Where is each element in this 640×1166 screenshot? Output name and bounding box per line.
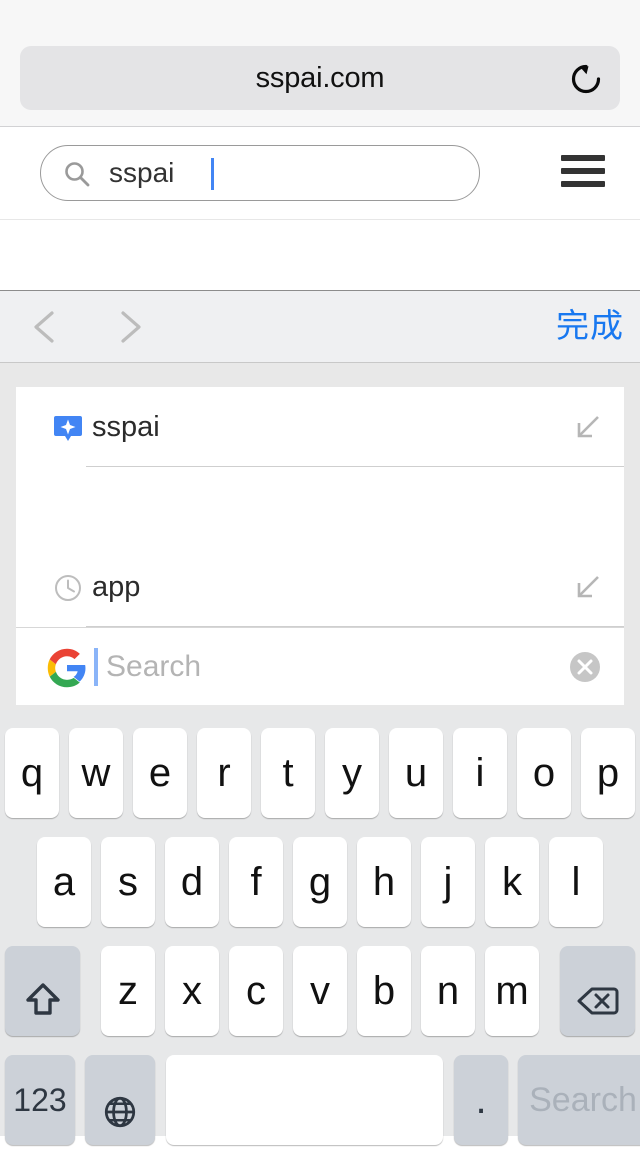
key-n[interactable]: n [421,946,475,1036]
suggestion-label: app [92,571,141,603]
key-m[interactable]: m [485,946,539,1036]
globe-language-icon [96,1076,144,1128]
key-h[interactable]: h [357,837,411,927]
history-clock-icon [52,572,84,604]
globe-key[interactable] [85,1055,155,1145]
key-e[interactable]: e [133,728,187,818]
suggestion-row-1[interactable]: app [16,547,624,627]
key-i[interactable]: i [453,728,507,818]
search-icon [63,160,91,188]
google-search-placeholder: Search [106,650,202,683]
arrow-down-left-icon[interactable] [572,573,602,603]
shift-key[interactable] [5,946,80,1036]
google-input-caret [94,648,98,686]
key-p[interactable]: p [581,728,635,818]
search-key[interactable]: Search [518,1055,640,1145]
space-key[interactable] [166,1055,443,1145]
key-s[interactable]: s [101,837,155,927]
shift-arrow-icon [19,967,67,1015]
key-t[interactable]: t [261,728,315,818]
key-w[interactable]: w [69,728,123,818]
key-d[interactable]: d [165,837,219,927]
key-l[interactable]: l [549,837,603,927]
key-b[interactable]: b [357,946,411,1036]
key-r[interactable]: r [197,728,251,818]
browser-url-bar: sspai.com [0,0,640,127]
chevron-left-icon[interactable] [22,303,70,351]
suggestions-card: sspai app Search [16,387,624,763]
text-caret [211,158,214,190]
key-u[interactable]: u [389,728,443,818]
period-key[interactable]: . [454,1055,508,1145]
hamburger-bar [561,155,605,161]
key-f[interactable]: f [229,837,283,927]
key-x[interactable]: x [165,946,219,1036]
url-text: sspai.com [255,62,385,94]
suggestion-row-0[interactable]: sspai [16,387,624,467]
hamburger-bar [561,168,605,174]
arrow-down-left-icon[interactable] [572,413,602,443]
key-c[interactable]: c [229,946,283,1036]
hamburger-menu-icon[interactable] [561,155,605,187]
page-content-area [0,220,640,291]
search-input[interactable]: sspai [40,145,480,201]
done-button[interactable]: 完成 [556,291,624,361]
reload-icon[interactable] [566,59,606,99]
suggestions-area: sspai app Search [0,363,640,763]
row-divider [86,466,624,467]
key-j[interactable]: j [421,837,475,927]
url-field[interactable]: sspai.com [20,46,620,110]
hamburger-bar [561,181,605,187]
numbers-key[interactable]: 123 [5,1055,75,1145]
key-o[interactable]: o [517,728,571,818]
backspace-icon [574,967,622,1015]
suggestion-sparkle-icon [52,412,84,444]
key-g[interactable]: g [293,837,347,927]
backspace-key[interactable] [560,946,635,1036]
clear-circle-icon[interactable] [566,648,604,686]
mobile-browser-screen: sspai.com sspai 完成 sspai app Search q w … [0,0,640,1145]
on-screen-keyboard: q w e r t y u i o p a s d f g h j k l z … [0,710,640,1145]
key-v[interactable]: v [293,946,347,1036]
key-y[interactable]: y [325,728,379,818]
chevron-right-icon[interactable] [105,303,153,351]
google-search-row[interactable]: Search [16,627,624,705]
key-q[interactable]: q [5,728,59,818]
search-input-value: sspai [109,157,175,188]
suggestion-label: sspai [92,411,160,443]
key-z[interactable]: z [101,946,155,1036]
site-header: sspai [0,127,640,220]
keyboard-accessory-toolbar: 完成 [0,291,640,363]
key-a[interactable]: a [37,837,91,927]
google-g-logo [46,647,88,689]
key-k[interactable]: k [485,837,539,927]
